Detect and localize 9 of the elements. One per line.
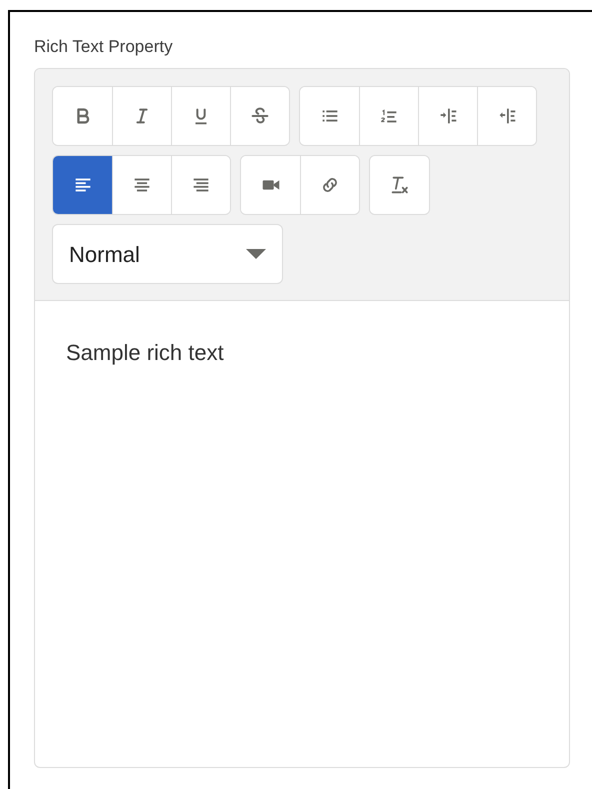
field-label: Rich Text Property: [34, 36, 173, 58]
toolbar-button[interactable]: [370, 156, 429, 214]
toolbar-button[interactable]: [300, 156, 359, 214]
dropdown-caret-icon: [246, 249, 266, 259]
format-dropdown[interactable]: Normal: [52, 224, 283, 284]
editor-text[interactable]: Sample rich text: [66, 340, 224, 366]
toolbar-button[interactable]: [171, 156, 230, 214]
toolbar-button[interactable]: [230, 87, 289, 145]
toolbar-button[interactable]: [53, 156, 112, 214]
